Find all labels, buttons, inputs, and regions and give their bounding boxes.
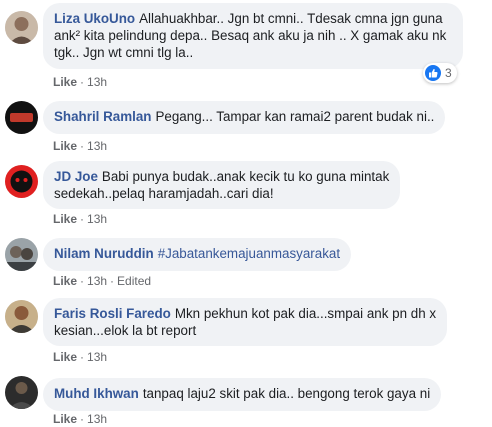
avatar-liza-ukouno[interactable] xyxy=(5,11,38,44)
like-link[interactable]: Like xyxy=(53,412,77,426)
comment-author[interactable]: JD Joe xyxy=(54,169,98,184)
comment-bubble: Liza UkoUno Allahuakhbar.. Jgn bt cmni.. … xyxy=(43,3,463,69)
avatar-shahril-ramlan[interactable] xyxy=(5,101,38,134)
avatar-image xyxy=(5,101,38,134)
comment-timestamp[interactable]: 13h xyxy=(87,212,107,226)
hashtag-link[interactable]: #Jabatankemajuanmasyarakat xyxy=(158,246,340,261)
comment-timestamp[interactable]: 13h xyxy=(87,350,107,364)
like-thumb-icon xyxy=(425,65,441,81)
comment-timestamp[interactable]: 13h xyxy=(87,274,107,288)
like-link[interactable]: Like xyxy=(53,75,77,89)
comment-meta: Like · 13h xyxy=(53,212,108,226)
edited-label[interactable]: Edited xyxy=(117,274,151,288)
avatar-image xyxy=(5,376,38,409)
comment-text-line-2: sedekah..pelaq haramjadah..cari dia! xyxy=(54,186,274,201)
comment-text: Pegang... Tampar kan ramai2 parent budak… xyxy=(155,109,435,124)
comment-text: tanpaq laju2 skit pak dia.. bengong tero… xyxy=(142,386,431,401)
comment-meta: Like · 13h xyxy=(53,350,108,364)
comment-author[interactable]: Faris Rosli Faredo xyxy=(54,306,171,321)
comment-timestamp[interactable]: 13h xyxy=(87,412,107,426)
comment-meta: Like · 13h · Edited xyxy=(53,274,152,288)
avatar-faris-rosli-faredo[interactable] xyxy=(5,300,38,333)
comment-bubble: Shahril Ramlan Pegang... Tampar kan ramai… xyxy=(43,101,446,134)
avatar-image xyxy=(5,238,38,271)
reaction-summary[interactable]: 3 xyxy=(423,63,457,83)
comment-text-line-1: Mkn pekhun kot pak dia...smpai ank pn dh… xyxy=(174,306,437,321)
like-link[interactable]: Like xyxy=(53,274,77,288)
avatar-image xyxy=(5,11,38,44)
like-link[interactable]: Like xyxy=(53,350,77,364)
comment-bubble: Nilam Nuruddin #Jabatankemajuanmasyarakat xyxy=(43,238,352,271)
avatar-image xyxy=(5,300,38,333)
comment-text-line-2: ank² kita pelindung depa.. Besaq ank aku… xyxy=(54,28,447,43)
comment-meta: Like · 13h xyxy=(53,139,108,153)
avatar-image xyxy=(5,165,38,198)
comment-text-line-2: kesian...elok la bt report xyxy=(54,323,197,338)
avatar-nilam-nuruddin[interactable] xyxy=(5,238,38,271)
comment-author[interactable]: Liza UkoUno xyxy=(54,11,135,26)
comment-timestamp[interactable]: 13h xyxy=(87,139,107,153)
avatar-muhd-ikhwan[interactable] xyxy=(5,376,38,409)
avatar-jd-joe[interactable] xyxy=(5,165,38,198)
comment-timestamp[interactable]: 13h xyxy=(87,75,107,89)
reaction-count: 3 xyxy=(445,66,452,80)
comment-author[interactable]: Nilam Nuruddin xyxy=(54,246,154,261)
comment-author[interactable]: Shahril Ramlan xyxy=(54,109,151,124)
comment-meta: Like · 13h xyxy=(53,412,108,426)
comment-text-line-1: Babi punya budak..anak kecik tu ko guna … xyxy=(101,169,390,184)
comment-bubble: Muhd Ikhwan tanpaq laju2 skit pak dia.. b… xyxy=(43,378,442,411)
like-link[interactable]: Like xyxy=(53,139,77,153)
comment-text-line-1: Allahuakhbar.. Jgn bt cmni.. Tdesak cmna… xyxy=(139,11,443,26)
comment-author[interactable]: Muhd Ikhwan xyxy=(54,386,139,401)
comment-bubble: Faris Rosli Faredo Mkn pekhun kot pak dia… xyxy=(43,298,448,346)
like-link[interactable]: Like xyxy=(53,212,77,226)
comment-text-line-3: tgk.. Jgn wt cmni tlg la.. xyxy=(54,45,194,60)
comment-meta: Like · 13h xyxy=(53,75,108,89)
comment-bubble: JD Joe Babi punya budak..anak kecik tu ko… xyxy=(43,161,401,209)
